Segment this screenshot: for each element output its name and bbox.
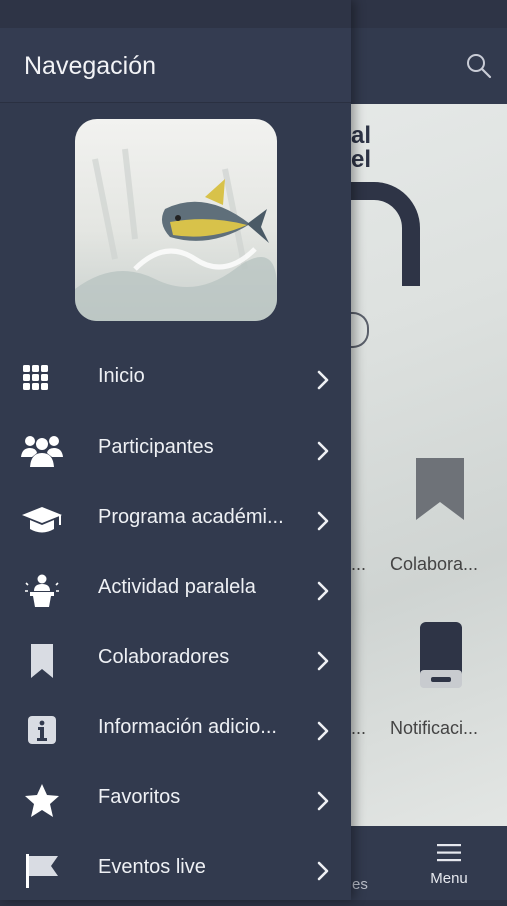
- hamburger-icon: [437, 844, 461, 862]
- notificaciones-tile[interactable]: [416, 620, 466, 692]
- partial-tab-label[interactable]: es: [352, 876, 368, 893]
- nav-item-actividad-paralela[interactable]: Actividad paralela: [0, 556, 351, 626]
- colaboradores-tile-label: Colabora...: [390, 554, 479, 574]
- nav-item-label: Actividad paralela: [98, 576, 256, 598]
- nav-item-label: Programa académi...: [98, 506, 284, 528]
- flag-icon: [20, 853, 64, 889]
- info-icon: [20, 713, 64, 749]
- chevron-right-icon: [316, 580, 330, 602]
- bookmark-icon: [20, 643, 64, 679]
- notificaciones-tile-label: Notificaci...: [390, 718, 479, 738]
- drawer-title: Navegación: [24, 52, 157, 80]
- nav-item-inicio[interactable]: Inicio: [0, 345, 351, 415]
- banner-subtitle-fragment: [351, 312, 369, 348]
- speaker-podium-icon: [20, 573, 64, 609]
- people-icon: [20, 433, 64, 469]
- truncated-tile-label: ...: [351, 554, 367, 574]
- star-icon: [20, 783, 64, 819]
- chevron-right-icon: [316, 860, 330, 882]
- nav-item-label: Inicio: [98, 365, 145, 387]
- nav-item-colaboradores[interactable]: Colaboradores: [0, 626, 351, 696]
- nav-item-label: Participantes: [98, 436, 214, 458]
- search-icon[interactable]: [465, 52, 493, 80]
- banner-letter-fragment: [350, 182, 420, 286]
- chevron-right-icon: [316, 650, 330, 672]
- nav-item-eventos-live[interactable]: Eventos live: [0, 836, 351, 906]
- nav-item-informacion-adicional[interactable]: Información adicio...: [0, 696, 351, 766]
- nav-item-label: Información adicio...: [98, 716, 277, 738]
- colaboradores-tile[interactable]: [410, 454, 470, 524]
- chevron-right-icon: [316, 440, 330, 462]
- navigation-drawer: Navegación Inicio Participantes Programa…: [0, 0, 351, 900]
- chevron-right-icon: [316, 790, 330, 812]
- menu-label: Menu: [430, 870, 468, 887]
- drawer-status-area: [0, 0, 351, 28]
- nav-item-participantes[interactable]: Participantes: [0, 416, 351, 486]
- truncated-tile-label: ...: [351, 718, 367, 738]
- grid-icon: [20, 362, 64, 398]
- chevron-right-icon: [316, 510, 330, 532]
- menu-button[interactable]: Menu: [419, 838, 479, 894]
- banner-fragment: al el: [351, 122, 372, 173]
- chevron-right-icon: [316, 720, 330, 742]
- drawer-header: Navegación: [0, 28, 351, 103]
- graduation-cap-icon: [20, 503, 64, 539]
- nav-item-favoritos[interactable]: Favoritos: [0, 766, 351, 836]
- nav-item-programa-academico[interactable]: Programa académi...: [0, 486, 351, 556]
- event-logo: [75, 119, 277, 321]
- nav-item-label: Colaboradores: [98, 646, 230, 668]
- nav-item-label: Favoritos: [98, 786, 181, 808]
- nav-item-label: Eventos live: [98, 856, 206, 878]
- chevron-right-icon: [316, 369, 330, 391]
